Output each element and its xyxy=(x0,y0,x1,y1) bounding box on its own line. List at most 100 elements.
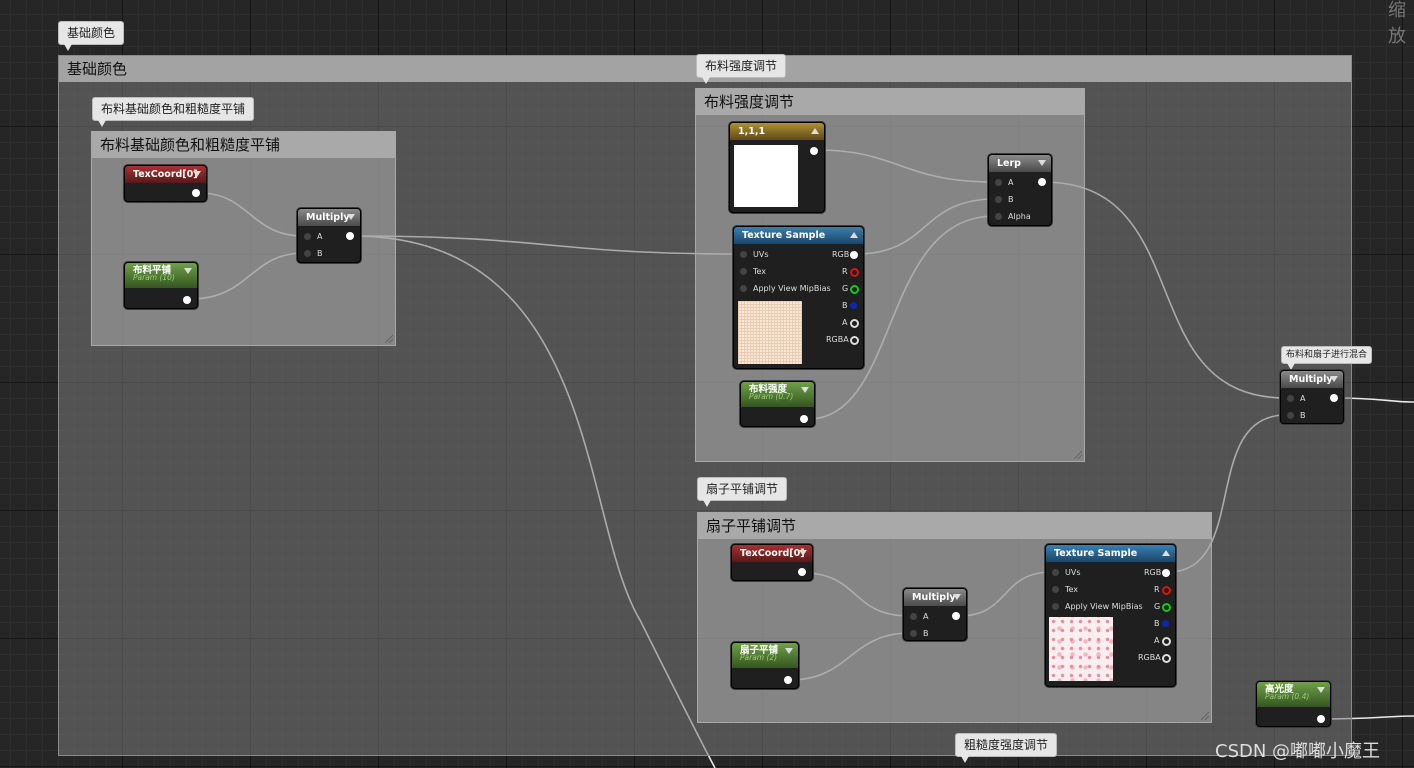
output-pin-rgb[interactable] xyxy=(850,251,858,259)
pin-label-a: A xyxy=(1300,394,1306,403)
pin-label-g: G xyxy=(842,284,849,293)
collapse-arrow-icon[interactable] xyxy=(193,171,201,177)
collapse-arrow-icon[interactable] xyxy=(801,387,809,393)
output-pin[interactable] xyxy=(784,676,792,684)
pin-label-a: A xyxy=(1154,636,1160,645)
pin-label-b: B xyxy=(1008,195,1014,204)
collapse-arrow-icon[interactable] xyxy=(347,214,355,220)
pin-label-tex: Tex xyxy=(1065,585,1079,594)
collapse-arrow-icon[interactable] xyxy=(1162,550,1170,556)
input-pin-b[interactable] xyxy=(910,630,917,637)
pin-label-rgba: RGBA xyxy=(1138,653,1161,662)
input-pin-alpha[interactable] xyxy=(995,213,1002,220)
output-pin[interactable] xyxy=(798,568,806,576)
cloth-tiling-param-node[interactable]: 布料平铺 Param (10) xyxy=(124,262,198,309)
collapse-arrow-icon[interactable] xyxy=(850,232,858,238)
output-pin-rgba[interactable] xyxy=(1162,654,1171,663)
output-pin[interactable] xyxy=(1330,394,1338,402)
output-pin-rgba[interactable] xyxy=(850,336,859,345)
output-pin[interactable] xyxy=(192,189,200,197)
cloth-tiling-comment-bubble[interactable]: 布料基础颜色和粗糙度平铺 xyxy=(92,97,255,127)
lerp-node[interactable]: Lerp A B Alpha xyxy=(988,154,1052,226)
input-pin-a[interactable] xyxy=(304,233,311,240)
output-pin[interactable] xyxy=(800,415,808,423)
input-pin-mipbias[interactable] xyxy=(740,285,747,292)
node-title: Texture Sample xyxy=(1054,548,1138,559)
node-subtitle: Param (2) xyxy=(740,653,778,662)
output-pin-a[interactable] xyxy=(1162,637,1171,646)
output-pin-a[interactable] xyxy=(850,319,859,328)
output-pin-g[interactable] xyxy=(850,285,859,294)
texture-sample-node[interactable]: Texture Sample UVs Tex Apply View MipBia… xyxy=(733,226,864,369)
pin-label-a: A xyxy=(923,612,929,621)
collapse-arrow-icon[interactable] xyxy=(811,128,819,134)
multiply-node[interactable]: Multiply A B xyxy=(903,588,967,641)
pin-label-alpha: Alpha xyxy=(1008,212,1031,221)
constant3vector-node[interactable]: 1,1,1 xyxy=(729,122,825,213)
fan-tiling-comment-title: 扇子平铺调节 xyxy=(698,513,1211,539)
node-subtitle: Param (0.4) xyxy=(1265,692,1310,701)
cloth-texture-preview xyxy=(738,301,802,364)
input-pin-a[interactable] xyxy=(995,179,1002,186)
output-pin[interactable] xyxy=(1317,715,1325,723)
output-pin[interactable] xyxy=(183,296,191,304)
fan-tiling-param-node[interactable]: 扇子平铺 Param (2) xyxy=(731,642,799,689)
collapse-arrow-icon[interactable] xyxy=(785,648,793,654)
specular-param-node[interactable]: 高光度 Param (0.4) xyxy=(1256,681,1331,727)
cloth-strength-comment-title: 布料强度调节 xyxy=(696,89,1084,115)
node-title: Texture Sample xyxy=(742,230,826,241)
collapse-arrow-icon[interactable] xyxy=(953,594,961,600)
multiply-node[interactable]: Multiply A B xyxy=(1280,370,1344,424)
watermark: CSDN @嘟嘟小魔王 xyxy=(1215,741,1381,762)
output-pin-b[interactable] xyxy=(850,302,857,309)
input-pin-b[interactable] xyxy=(1287,412,1294,419)
resize-grip-icon[interactable] xyxy=(1201,712,1209,720)
collapse-arrow-icon[interactable] xyxy=(1330,376,1338,382)
base-color-comment-bubble[interactable]: 基础颜色 xyxy=(58,21,125,51)
cloth-strength-comment-bubble[interactable]: 布料强度调节 xyxy=(696,54,787,84)
collapse-arrow-icon[interactable] xyxy=(1038,160,1046,166)
collapse-arrow-icon[interactable] xyxy=(1317,687,1325,693)
input-pin-tex[interactable] xyxy=(1052,586,1059,593)
pin-label-tex: Tex xyxy=(753,267,767,276)
multiply-node[interactable]: Multiply A B xyxy=(297,208,361,263)
collapse-arrow-icon[interactable] xyxy=(799,550,807,556)
input-pin-b[interactable] xyxy=(995,196,1002,203)
input-pin-uvs[interactable] xyxy=(1052,569,1059,576)
output-pin-r[interactable] xyxy=(850,268,859,277)
pin-label-g: G xyxy=(1154,602,1161,611)
node-subtitle: Param (10) xyxy=(133,273,175,282)
output-pin[interactable] xyxy=(810,147,818,155)
mix-comment-bubble[interactable]: 布料和扇子进行混合 xyxy=(1281,346,1373,370)
pin-label-a: A xyxy=(842,318,848,327)
output-pin-r[interactable] xyxy=(1162,586,1171,595)
input-pin-uvs[interactable] xyxy=(740,251,747,258)
texcoord-node[interactable]: TexCoord[0] xyxy=(124,165,207,202)
input-pin-b[interactable] xyxy=(304,250,311,257)
input-pin-a[interactable] xyxy=(1287,395,1294,402)
input-pin-tex[interactable] xyxy=(740,268,747,275)
cloth-strength-param-node[interactable]: 布料强度 Param (0.7) xyxy=(740,381,815,427)
node-title: Multiply xyxy=(306,212,350,223)
pin-label-b: B xyxy=(1154,619,1160,628)
node-title: TexCoord[0] xyxy=(133,169,198,180)
collapse-arrow-icon[interactable] xyxy=(184,268,192,274)
input-pin-a[interactable] xyxy=(910,613,917,620)
output-pin[interactable] xyxy=(952,612,960,620)
fan-tiling-comment-bubble[interactable]: 扇子平铺调节 xyxy=(697,477,788,507)
texcoord-node[interactable]: TexCoord[0] xyxy=(731,544,813,581)
resize-grip-icon[interactable] xyxy=(385,335,393,343)
texture-sample-node[interactable]: Texture Sample UVs Tex Apply View MipBia… xyxy=(1045,544,1176,687)
output-pin[interactable] xyxy=(346,232,354,240)
roughness-comment-bubble[interactable]: 粗糙度强度调节 xyxy=(955,733,1058,763)
output-pin-g[interactable] xyxy=(1162,603,1171,612)
resize-grip-icon[interactable] xyxy=(1074,451,1082,459)
input-pin-mipbias[interactable] xyxy=(1052,603,1059,610)
pin-label-mipbias: Apply View MipBias xyxy=(753,284,831,293)
output-pin-b[interactable] xyxy=(1162,620,1169,627)
output-pin[interactable] xyxy=(1038,178,1046,186)
output-pin-rgb[interactable] xyxy=(1162,569,1170,577)
pin-label-r: R xyxy=(842,267,848,276)
pin-label-uvs: UVs xyxy=(1065,568,1081,577)
pin-label-b: B xyxy=(842,301,848,310)
